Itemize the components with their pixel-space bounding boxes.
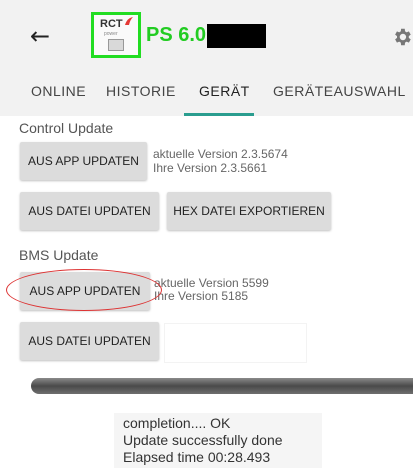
status-line: Elapsed time 00:28.493 [123,449,271,465]
tab-historie[interactable]: HISTORIE [106,83,176,99]
tab-bar: ONLINE HISTORIE GERÄT GERÄTEAUSWAHL [0,70,413,116]
logo-subtext: power [104,31,118,37]
status-log: completion.... OK Update successfully do… [114,413,322,468]
control-app-update-button[interactable]: AUS APP UPDATEN [20,142,147,180]
device-icon [108,39,124,51]
redaction-block [207,24,266,48]
control-file-update-button[interactable]: AUS DATEI UPDATEN [20,192,159,230]
logo-text: RCT [100,18,123,30]
page-title: PS 6.0 [146,24,207,46]
tab-geraeteauswahl[interactable]: GERÄTEAUSWAHL [273,83,406,99]
back-arrow-icon[interactable]: ← [30,20,70,52]
bms-file-update-button[interactable]: AUS DATEI UPDATEN [20,322,159,360]
flame-icon [125,17,133,25]
tab-online[interactable]: ONLINE [31,83,86,99]
rct-logo: RCT power [91,12,141,58]
control-current-version: aktuelle Version 2.3.5674 [153,147,288,161]
blank-panel [164,323,307,363]
app-bar: ← RCT power PS 6.0 [0,0,413,70]
tab-geraet[interactable]: GERÄT [199,83,250,99]
control-your-version: Ihre Version 2.3.5661 [153,161,268,175]
bms-your-version: Ihre Version 5185 [154,289,249,303]
gear-icon[interactable] [391,26,413,48]
status-line: Update successfully done [123,432,283,448]
status-line: completion.... OK [123,415,231,431]
hex-export-button[interactable]: HEX DATEI EXPORTIEREN [167,192,331,230]
bms-app-update-button[interactable]: AUS APP UPDATEN [20,272,150,310]
active-tab-indicator [184,113,254,116]
control-update-label: Control Update [19,120,114,136]
progress-bar [31,378,413,394]
bms-update-label: BMS Update [19,247,99,263]
